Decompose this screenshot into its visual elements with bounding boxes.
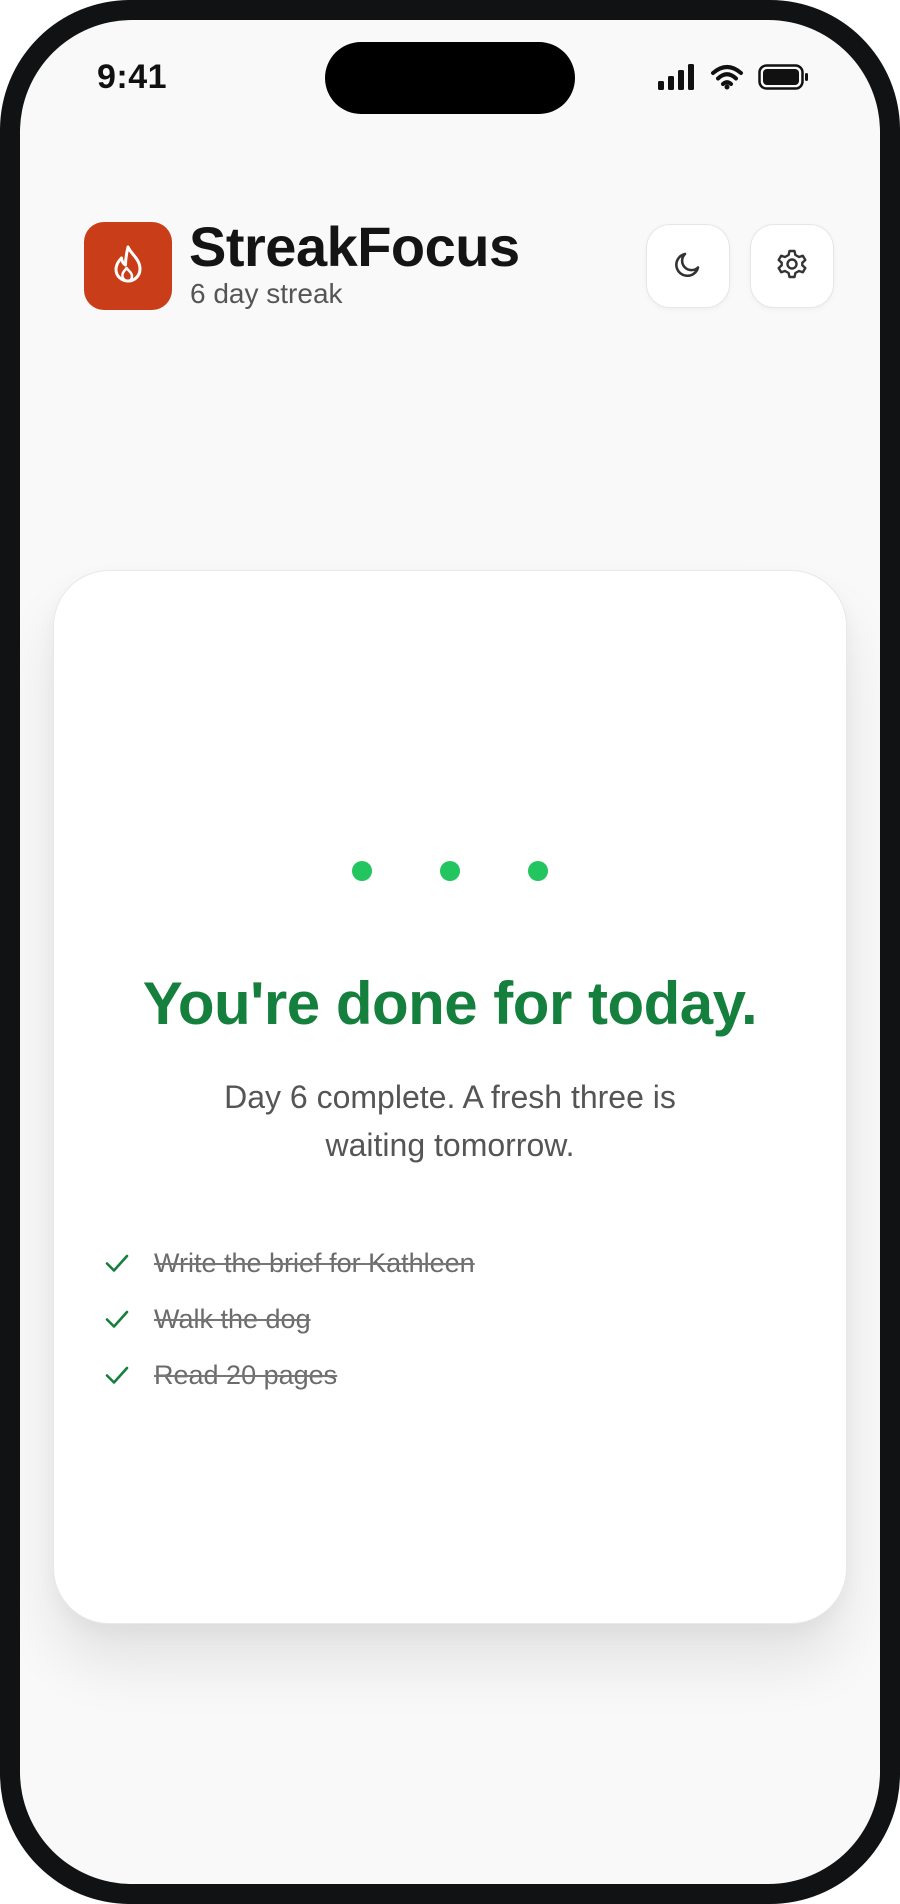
task-item: Write the brief for Kathleen — [104, 1235, 475, 1291]
app-title: StreakFocus — [189, 215, 520, 278]
task-item: Read 20 pages — [104, 1347, 475, 1403]
status-icons — [658, 64, 810, 95]
progress-dot — [528, 861, 548, 881]
task-item: Walk the dog — [104, 1291, 475, 1347]
signal-icon — [658, 64, 696, 95]
phone-frame: 9:41 StreakFocus 6 day streak You're don… — [0, 0, 900, 1904]
screen: 9:41 StreakFocus 6 day streak You're don… — [20, 20, 880, 1884]
flame-icon — [110, 244, 146, 289]
moon-icon — [671, 247, 705, 286]
status-time: 9:41 — [97, 58, 168, 96]
completion-title: You're done for today. — [142, 970, 758, 1037]
completion-card: You're done for today. Day 6 complete. A… — [53, 570, 847, 1624]
task-label: Walk the dog — [154, 1303, 311, 1334]
completion-subtitle: Day 6 complete. A fresh three is waiting… — [224, 1079, 676, 1163]
app-header: StreakFocus 6 day streak — [84, 215, 834, 312]
battery-icon — [758, 64, 810, 95]
theme-toggle-button[interactable] — [646, 224, 730, 308]
wifi-icon — [710, 64, 744, 95]
streak-count: 6 day streak — [190, 278, 343, 309]
task-list: Write the brief for Kathleen Walk the do… — [104, 1235, 475, 1403]
progress-dot — [352, 861, 372, 881]
app-logo — [84, 222, 172, 310]
gear-icon — [775, 247, 809, 286]
dynamic-island — [325, 42, 575, 114]
progress-dots — [54, 861, 846, 881]
check-icon — [104, 1250, 130, 1276]
task-label: Write the brief for Kathleen — [154, 1247, 475, 1278]
check-icon — [104, 1306, 130, 1332]
check-icon — [104, 1362, 130, 1388]
settings-button[interactable] — [750, 224, 834, 308]
progress-dot — [440, 861, 460, 881]
task-label: Read 20 pages — [154, 1359, 338, 1390]
